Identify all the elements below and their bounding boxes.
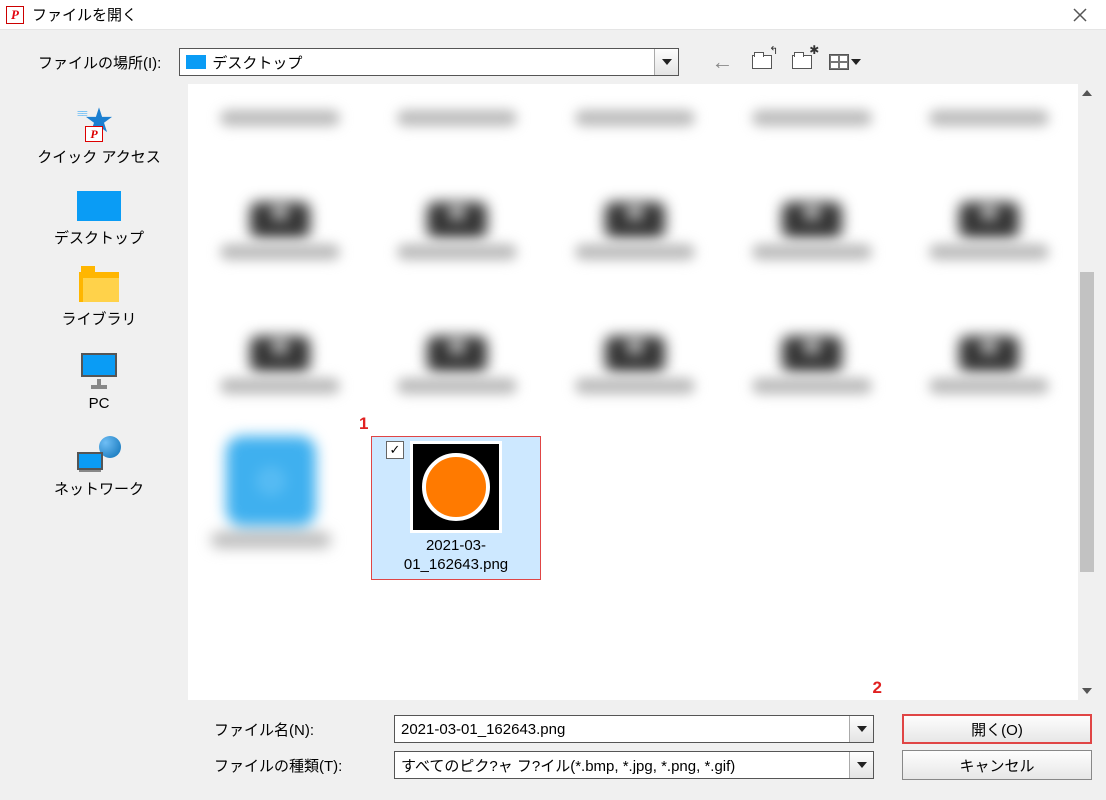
filename-input[interactable]: 2021-03-01_162643.png (394, 715, 874, 743)
file-item[interactable] (743, 90, 880, 126)
location-label: ファイルの場所(I): (38, 52, 161, 73)
filetype-select[interactable]: すべてのピク?ャ フ?イル(*.bmp, *.jpg, *.png, *.gif… (394, 751, 874, 779)
filetype-value: すべてのピク?ャ フ?イル(*.bmp, *.jpg, *.png, *.gif… (395, 755, 849, 776)
file-item[interactable] (211, 90, 348, 126)
desktop-icon (186, 55, 206, 69)
location-dropdown-button[interactable] (654, 49, 678, 75)
place-quick-access[interactable]: ≡≡★P クイック アクセス (37, 106, 160, 167)
chevron-down-icon (662, 59, 672, 65)
file-item[interactable] (211, 168, 348, 260)
chevron-down-icon (1082, 688, 1092, 694)
back-arrow-icon: ← (711, 49, 733, 75)
file-grid: 1 ✓ 2021-03-01_162643.png (191, 84, 1078, 700)
place-libraries[interactable]: ライブラリ (61, 272, 136, 329)
file-item-selected[interactable]: ✓ 2021-03-01_162643.png (371, 436, 541, 580)
titlebar: P ファイルを開く (0, 0, 1106, 30)
chevron-up-icon (1082, 90, 1092, 96)
scroll-thumb[interactable] (1080, 272, 1094, 572)
pc-icon (77, 353, 121, 389)
file-item[interactable] (211, 302, 348, 394)
scroll-track[interactable] (1078, 102, 1096, 682)
up-one-level-button[interactable]: ↰ (749, 51, 775, 73)
annotation-2: 2 (873, 678, 882, 698)
filename-label: ファイル名(N): (14, 719, 394, 740)
file-item[interactable] (388, 90, 525, 126)
open-button[interactable]: 開く(O) (902, 714, 1092, 744)
view-grid-icon (829, 54, 849, 70)
file-name: 2021-03-01_162643.png (376, 537, 536, 575)
cancel-button[interactable]: キャンセル (902, 750, 1092, 780)
file-list-area[interactable]: 1 ✓ 2021-03-01_162643.png (188, 84, 1096, 700)
chevron-down-icon (857, 726, 867, 732)
chevron-down-icon (851, 59, 861, 65)
file-item[interactable] (566, 168, 703, 260)
filename-dropdown-button[interactable] (849, 716, 873, 742)
place-desktop[interactable]: デスクトップ (54, 191, 144, 248)
file-item[interactable] (388, 168, 525, 260)
libraries-icon (79, 272, 119, 302)
close-icon (1073, 8, 1087, 22)
quick-access-icon: ≡≡★P (79, 106, 119, 140)
location-value: デスクトップ (212, 52, 654, 73)
body: ≡≡★P クイック アクセス デスクトップ ライブラリ PC ネットワーク (0, 84, 1106, 700)
file-item[interactable] (743, 302, 880, 394)
filename-value: 2021-03-01_162643.png (395, 721, 849, 738)
scroll-down-button[interactable] (1078, 682, 1096, 700)
selected-checkbox[interactable]: ✓ (386, 441, 404, 459)
file-item[interactable] (921, 90, 1058, 126)
file-item[interactable] (388, 302, 525, 394)
back-button[interactable]: ← (709, 51, 735, 73)
view-mode-button[interactable] (829, 51, 861, 73)
new-folder-button[interactable]: ✱ (789, 51, 815, 73)
desktop-icon (77, 191, 121, 221)
open-file-dialog: P ファイルを開く ファイルの場所(I): デスクトップ ← ↰ ✱ (0, 0, 1106, 800)
toolbar: ← ↰ ✱ (709, 51, 861, 73)
file-item[interactable] (743, 168, 880, 260)
dialog-title: ファイルを開く (32, 4, 137, 25)
folder-new-icon (792, 55, 812, 69)
app-icon: P (6, 6, 24, 24)
close-button[interactable] (1060, 0, 1100, 30)
place-pc[interactable]: PC (77, 353, 121, 412)
file-item[interactable] (566, 90, 703, 126)
file-item[interactable] (211, 436, 331, 548)
file-item[interactable] (566, 302, 703, 394)
filetype-dropdown-button[interactable] (849, 752, 873, 778)
location-row: ファイルの場所(I): デスクトップ ← ↰ ✱ (0, 30, 1106, 84)
file-item[interactable] (921, 168, 1058, 260)
file-item[interactable] (921, 302, 1058, 394)
thumbnail-icon (410, 441, 502, 533)
vertical-scrollbar[interactable] (1078, 84, 1096, 700)
bottom-controls: 2 ファイル名(N): 2021-03-01_162643.png 開く(O) … (0, 700, 1106, 800)
folder-up-icon (752, 55, 772, 69)
places-bar: ≡≡★P クイック アクセス デスクトップ ライブラリ PC ネットワーク (10, 84, 188, 700)
chevron-down-icon (857, 762, 867, 768)
filetype-label: ファイルの種類(T): (14, 755, 394, 776)
network-icon (77, 436, 121, 472)
scroll-up-button[interactable] (1078, 84, 1096, 102)
location-select[interactable]: デスクトップ (179, 48, 679, 76)
place-network[interactable]: ネットワーク (54, 436, 144, 499)
annotation-1: 1 (359, 414, 368, 434)
